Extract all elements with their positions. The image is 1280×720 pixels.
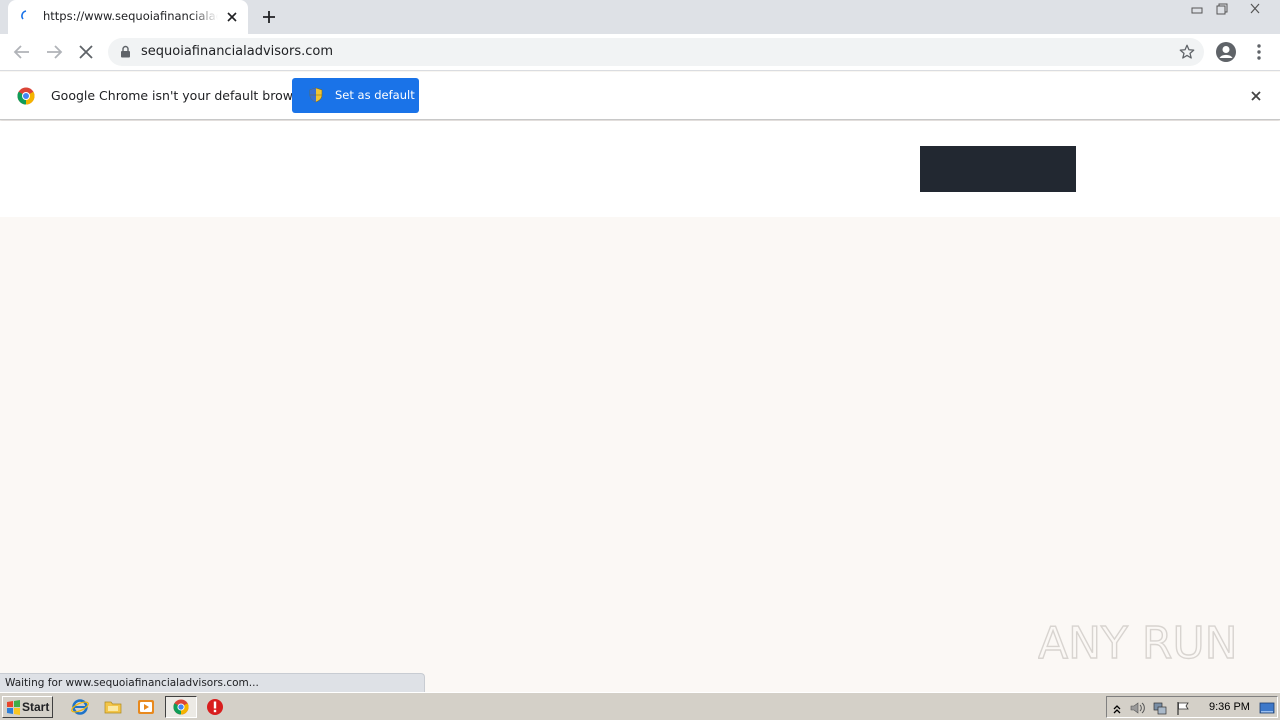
set-as-default-label: Set as default	[335, 88, 415, 102]
uac-shield-icon	[309, 87, 323, 106]
forward-arrow-icon[interactable]	[42, 40, 66, 64]
minimize-icon[interactable]	[1183, 0, 1209, 18]
start-label: Start	[22, 700, 50, 714]
watermark-text: ANY RUN	[1038, 618, 1238, 669]
address-bar[interactable]: sequoiafinancialadvisors.com	[108, 38, 1204, 66]
infobar-close-icon[interactable]	[1248, 88, 1264, 104]
start-button[interactable]: Start	[2, 696, 53, 718]
taskbar: Start 9:36 PM	[0, 692, 1280, 720]
tab-close-icon[interactable]	[224, 9, 240, 25]
internet-explorer-icon[interactable]	[71, 698, 89, 716]
tab-strip: https://www.sequoiafinancialadvisors.com	[0, 0, 1280, 34]
address-url[interactable]: sequoiafinancialadvisors.com	[141, 44, 333, 59]
restore-icon[interactable]	[1208, 0, 1234, 18]
loading-spinner-icon	[20, 10, 32, 22]
close-window-icon[interactable]	[1241, 0, 1267, 18]
new-tab-icon[interactable]	[258, 6, 280, 28]
file-explorer-icon[interactable]	[104, 698, 122, 716]
stop-sign-icon[interactable]	[206, 698, 224, 716]
profile-avatar-icon[interactable]	[1214, 40, 1238, 64]
taskbar-clock[interactable]: 9:36 PM	[1209, 701, 1250, 713]
header-dark-block	[920, 146, 1076, 192]
default-browser-infobar: Google Chrome isn't your default browser…	[0, 72, 1280, 120]
set-as-default-button[interactable]: Set as default	[292, 78, 419, 113]
volume-icon[interactable]	[1129, 700, 1145, 716]
status-bubble: Waiting for www.sequoiafinancialadvisors…	[0, 673, 425, 692]
show-hidden-icons-icon[interactable]	[1109, 700, 1125, 716]
anyrun-watermark: ANY RUN	[1037, 610, 1238, 672]
page-header	[0, 121, 1280, 217]
action-center-flag-icon[interactable]	[1175, 700, 1191, 716]
tab-title: https://www.sequoiafinancialadvisors.com	[43, 9, 218, 23]
stop-loading-icon[interactable]	[74, 40, 98, 64]
back-arrow-icon[interactable]	[10, 40, 34, 64]
browser-tab[interactable]: https://www.sequoiafinancialadvisors.com	[8, 0, 248, 34]
taskbar-chrome-button[interactable]	[165, 696, 197, 718]
network-icon[interactable]	[1152, 700, 1168, 716]
menu-kebab-icon[interactable]	[1247, 40, 1271, 64]
bookmark-star-icon[interactable]	[1178, 43, 1196, 64]
media-player-icon[interactable]	[137, 698, 155, 716]
system-tray: 9:36 PM	[1106, 696, 1278, 718]
chrome-taskbar-icon	[173, 699, 189, 715]
show-desktop-icon[interactable]	[1259, 700, 1275, 716]
windows-logo-icon	[7, 700, 20, 715]
infobar-message: Google Chrome isn't your default browser	[51, 88, 313, 103]
browser-toolbar: sequoiafinancialadvisors.com	[0, 34, 1280, 71]
lock-icon[interactable]	[120, 45, 131, 61]
chrome-logo-icon	[17, 87, 35, 105]
